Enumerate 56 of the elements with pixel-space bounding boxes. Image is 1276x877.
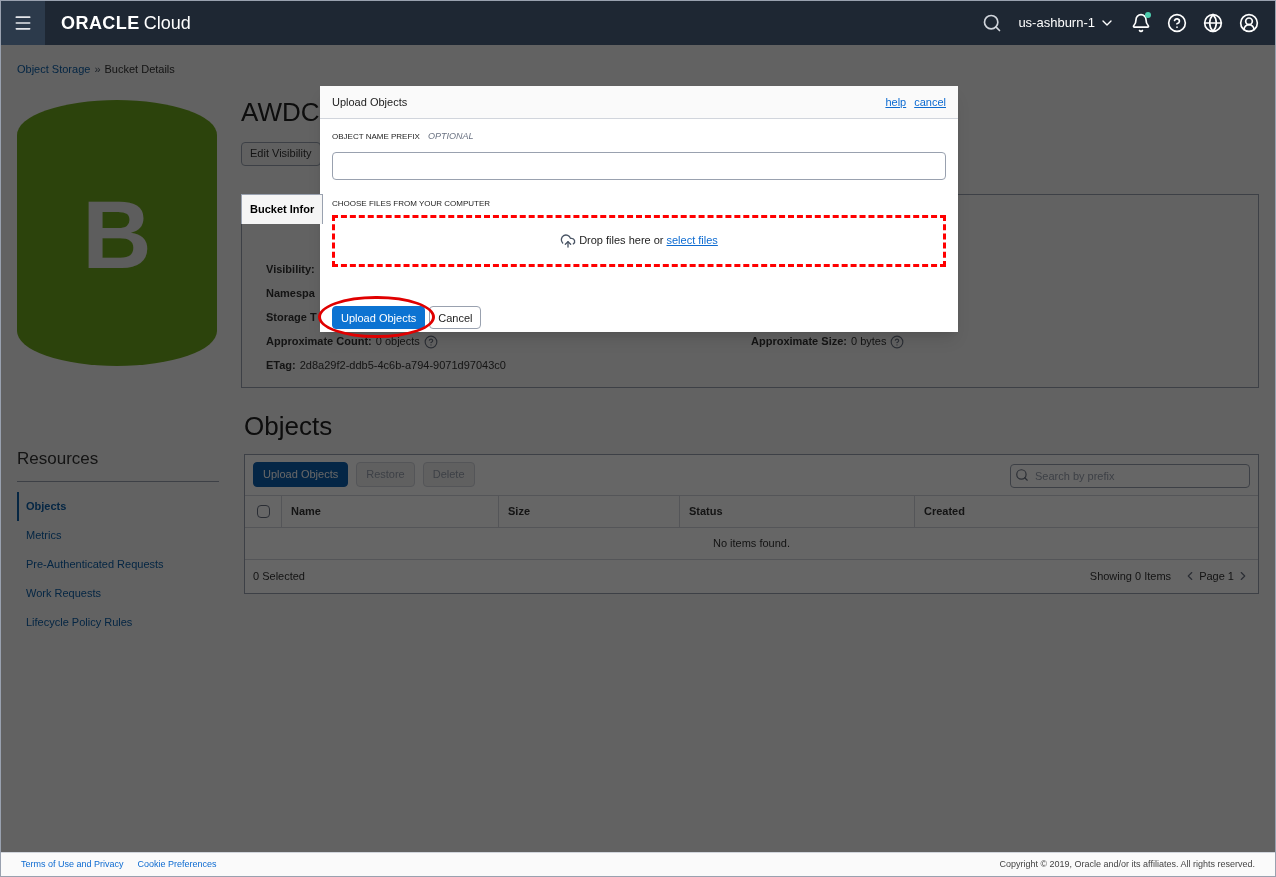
showing-count: Showing 0 Items [1089,568,1172,584]
footer-link[interactable]: Terms of Use and Privacy [21,857,124,872]
upload-button[interactable]: Upload Objects [332,306,426,330]
dialog-title: Upload Objects [332,94,408,110]
field-label: Namespa [266,286,315,302]
column-header[interactable]: Size [499,495,680,527]
breadcrumb-link[interactable]: Object Storage [17,61,91,78]
field-label: ETag: [266,358,296,374]
field-value: 2d8a29f2-ddb5-4c6b-a794-9071d97043c0 [299,358,506,374]
copyright-text: Copyright © 2019, Oracle and/or its affiliates. All rights reserved. [999,857,1255,871]
drop-zone[interactable]: Drop files here or select files [332,214,946,267]
field-label: Visibility: [266,262,315,278]
column-header[interactable]: Status [680,495,915,527]
resources-title: Resources [17,445,219,482]
bucket-title: AWDC [241,95,320,128]
resource-link[interactable]: Pre-Authenticated Requests [17,550,219,579]
dialog-link[interactable]: help [885,93,907,111]
info-tab[interactable]: Bucket Infor [241,193,324,224]
optional-hint: OPTIONAL [427,130,474,143]
bucket-logo: B [17,99,217,366]
empty-message: No items found. [245,527,1258,560]
dialog-link[interactable]: cancel [914,93,946,111]
field-label: Approximate Size: [751,334,847,350]
column-header[interactable]: Name [282,495,499,527]
column-header[interactable]: Created [915,495,1258,527]
footer-link[interactable]: Cookie Preferences [137,857,217,872]
drop-text: Drop files here or [579,233,664,249]
region-selector[interactable]: us-ashburn-1 [1018,13,1115,33]
selected-count: 0 Selected [253,568,305,584]
select-files-link[interactable]: select files [666,232,718,249]
breadcrumb-current: Bucket Details [104,62,175,77]
objects-title: Objects [244,409,334,442]
resource-link[interactable]: Objects [17,492,219,521]
resource-link[interactable]: Work Requests [17,579,219,608]
globe-icon[interactable] [1203,13,1223,33]
resource-link[interactable]: Lifecycle Policy Rules [17,608,219,637]
search-icon[interactable] [982,13,1003,33]
resource-link[interactable]: Metrics [17,521,219,550]
field-value: 0 bytes [850,334,887,350]
field-label: Storage T [266,310,317,326]
field-label: Approximate Count: [266,334,372,350]
edit-visibility-button[interactable]: Edit Visibility [241,141,321,166]
menu-icon [13,13,33,33]
breadcrumb-separator: » [94,62,101,77]
prefix-input[interactable] [332,151,946,180]
logo[interactable]: ORACLE Cloud [61,9,191,37]
user-icon[interactable] [1239,13,1259,33]
toolbar-button[interactable]: Upload Objects [253,462,349,487]
search-icon [1015,467,1029,482]
menu-button[interactable] [1,1,45,45]
files-label: CHOOSE FILES FROM YOUR COMPUTER [332,197,492,210]
select-all-checkbox[interactable] [256,504,270,518]
notification-button[interactable] [1131,13,1151,33]
page-number: Page 1 [1199,568,1234,584]
cloud-upload-icon [560,232,577,249]
prefix-label: OBJECT NAME PREFIX [332,130,420,143]
